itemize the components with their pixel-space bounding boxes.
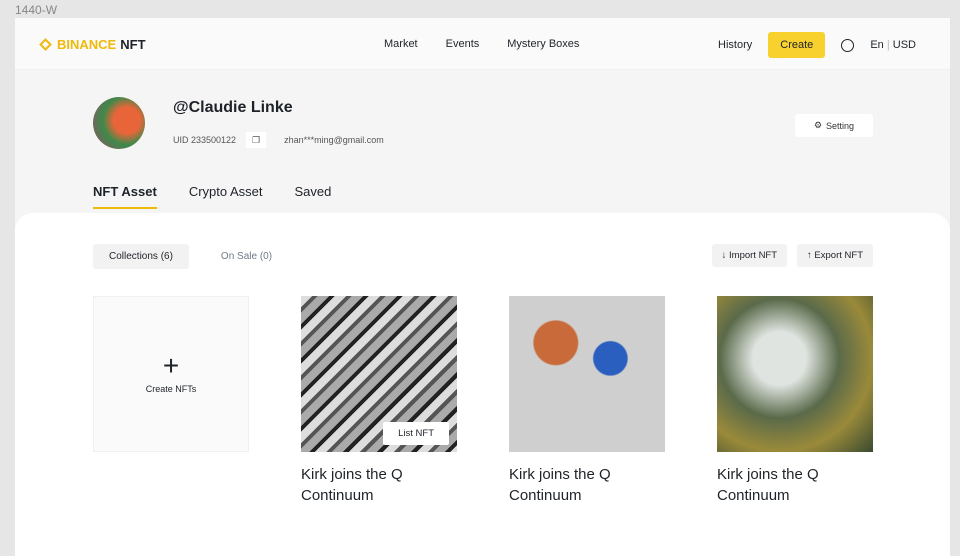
nft-card[interactable]: Kirk joins the Q Continuum — [717, 296, 873, 506]
nav-market[interactable]: Market — [384, 38, 418, 50]
nav-mystery-boxes[interactable]: Mystery Boxes — [507, 38, 579, 50]
nft-title: Kirk joins the Q Continuum — [509, 466, 611, 504]
currency-select[interactable]: USD — [893, 39, 916, 51]
import-nft-button[interactable]: ↓ Import NFT — [711, 244, 788, 267]
top-nav: BINANCE NFT Market Events Mystery Boxes H… — [15, 18, 950, 70]
tab-nft-asset[interactable]: NFT Asset — [93, 184, 157, 209]
page: BINANCE NFT Market Events Mystery Boxes H… — [15, 18, 950, 556]
create-nft-label: Create NFTs — [145, 384, 197, 394]
logo-suffix: NFT — [120, 37, 146, 52]
create-button[interactable]: Create — [768, 32, 826, 58]
nft-image: List NFT — [301, 296, 457, 452]
nft-card[interactable]: Kirk joins the Q Continuum — [509, 296, 665, 506]
subtab-on-sale[interactable]: On Sale (0) — [205, 244, 288, 269]
export-nft-button[interactable]: ↑ Export NFT — [797, 244, 873, 267]
tab-crypto-asset[interactable]: Crypto Asset — [189, 184, 263, 209]
tab-saved[interactable]: Saved — [295, 184, 332, 209]
frame-label: 1440-W — [15, 3, 58, 17]
list-nft-button[interactable]: List NFT — [383, 422, 449, 445]
nft-image — [717, 296, 873, 452]
nft-image — [509, 296, 665, 452]
setting-label: Setting — [826, 120, 855, 131]
binance-logo-icon — [39, 38, 52, 51]
copy-icon[interactable]: ❐ — [246, 132, 267, 148]
nav-events[interactable]: Events — [446, 38, 480, 50]
avatar — [93, 97, 145, 149]
setting-button[interactable]: ⚙ Setting — [795, 114, 873, 137]
username: @Claudie Linke — [173, 99, 293, 116]
email: zhan***ming@gmail.com — [284, 135, 384, 145]
nav-history[interactable]: History — [718, 39, 752, 51]
nft-card[interactable]: List NFT Kirk joins the Q Continuum — [301, 296, 457, 506]
content-panel: Collections (6) On Sale (0) ↓ Import NFT… — [15, 213, 950, 556]
plus-icon: + — [162, 350, 180, 381]
language-select[interactable]: En — [870, 39, 883, 51]
logo[interactable]: BINANCE NFT — [39, 37, 146, 52]
nft-title: Kirk joins the Q Continuum — [717, 466, 819, 504]
create-nft-card[interactable]: + Create NFTs — [93, 296, 249, 452]
subtab-collections[interactable]: Collections (6) — [93, 244, 189, 269]
user-icon[interactable] — [841, 38, 855, 52]
nft-title: Kirk joins the Q Continuum — [301, 466, 403, 504]
gear-icon: ⚙ — [813, 120, 823, 130]
uid: UID 233500122 — [173, 135, 237, 145]
logo-brand: BINANCE — [57, 37, 117, 52]
